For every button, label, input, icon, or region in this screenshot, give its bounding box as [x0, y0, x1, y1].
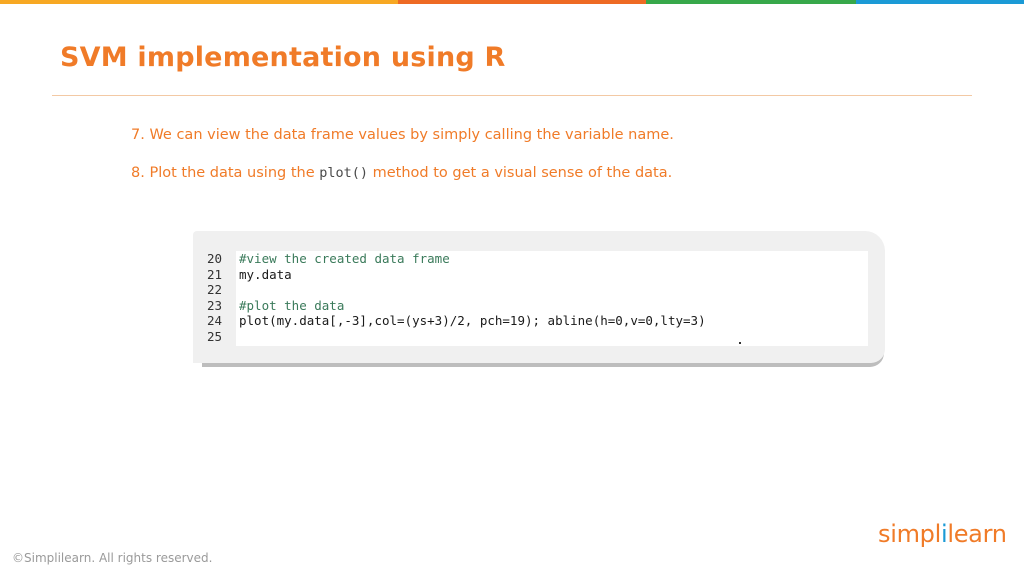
top-bar-segment-green [646, 0, 856, 4]
point-8: 8. Plot the data using the plot() method… [131, 165, 672, 181]
point-8-inline-code: plot() [319, 165, 369, 181]
line-number: 20 [207, 251, 223, 266]
simplilearn-logo: simplilearn [878, 520, 1007, 548]
line-number: 24 [207, 313, 223, 328]
cursor-dot [739, 342, 741, 344]
code-lines: #view the created data frame my.data #pl… [239, 251, 706, 344]
line-number-gutter: 20 21 22 23 24 25 [207, 251, 235, 344]
code-line-comment: #view the created data frame [239, 251, 450, 266]
line-number: 21 [207, 266, 223, 282]
code-line-comment: #plot the data [239, 297, 345, 313]
copyright-text: ©Simplilearn. All rights reserved. [12, 551, 213, 565]
point-8-text-before: 8. Plot the data using the [131, 165, 320, 181]
line-number: 22 [207, 282, 223, 297]
slide-title: SVM implementation using R [60, 42, 506, 73]
point-7: 7. We can view the data frame values by … [131, 127, 674, 143]
line-number: 25 [207, 328, 223, 344]
point-8-text-after: method to get a visual sense of the data… [368, 165, 673, 181]
top-bar-segment-blue [856, 0, 1024, 4]
line-number: 23 [207, 297, 223, 313]
point-7-text: 7. We can view the data frame values by … [131, 127, 674, 143]
code-line: my.data [239, 266, 292, 282]
top-bar-segment-yellow [0, 0, 398, 4]
code-line: plot(my.data[,-3],col=(ys+3)/2, pch=19);… [239, 313, 706, 328]
top-bar-segment-orange [398, 0, 646, 4]
title-divider [52, 95, 972, 96]
top-color-bar [0, 0, 1024, 4]
